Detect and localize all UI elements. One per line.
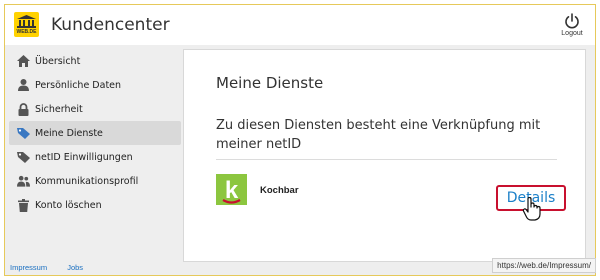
sidebar-item-sicherheit[interactable]: Sicherheit xyxy=(9,97,181,121)
header: WEB.DE Kundencenter Logout xyxy=(5,5,595,45)
trash-icon xyxy=(17,198,30,212)
divider xyxy=(216,159,557,160)
home-icon xyxy=(17,55,30,68)
logo-text: WEB.DE xyxy=(16,29,37,35)
kochbar-logo-letter: k xyxy=(225,177,239,204)
webde-logo[interactable]: WEB.DE xyxy=(14,12,39,37)
tag-icon xyxy=(17,151,30,164)
building-icon xyxy=(17,15,36,28)
footer-link-jobs[interactable]: Jobs xyxy=(67,263,83,272)
sidebar-nav: Übersicht Persönliche Daten Sicherheit M… xyxy=(9,49,181,217)
status-bar-url: https://web.de/Impressum/ xyxy=(492,258,596,273)
person-icon xyxy=(17,79,30,92)
footer-link-impressum[interactable]: Impressum xyxy=(10,263,47,272)
logout-button[interactable]: Logout xyxy=(557,13,587,43)
sidebar-item-kommunikationsprofil[interactable]: Kommunikationsprofil xyxy=(9,169,181,193)
sidebar-item-netid-einwilligungen[interactable]: netID Einwilligungen xyxy=(9,145,181,169)
kochbar-logo: k xyxy=(216,174,247,205)
services-panel: Meine Dienste Zu diesen Diensten besteht… xyxy=(183,49,586,262)
section-description: Zu diesen Diensten besteht eine Verknüpf… xyxy=(216,118,541,152)
app-window: WEB.DE Kundencenter Logout Übersicht Per… xyxy=(4,4,596,276)
sidebar-item-label: Sicherheit xyxy=(35,103,83,115)
hand-cursor-icon xyxy=(522,197,541,221)
sidebar-item-label: Kommunikationsprofil xyxy=(35,175,139,187)
sidebar-item-konto-loeschen[interactable]: Konto löschen xyxy=(9,193,181,217)
sidebar-item-uebersicht[interactable]: Übersicht xyxy=(9,49,181,73)
logout-label: Logout xyxy=(561,30,583,37)
tag-icon xyxy=(17,127,30,140)
sidebar-item-label: Persönliche Daten xyxy=(35,79,122,91)
page-title: Kundencenter xyxy=(51,15,170,35)
sidebar-item-label: Übersicht xyxy=(35,55,81,67)
footer-links: Impressum Jobs xyxy=(10,263,101,272)
people-icon xyxy=(17,175,30,188)
sidebar-item-label: Meine Dienste xyxy=(35,127,103,139)
sidebar-item-label: netID Einwilligungen xyxy=(35,151,133,163)
power-icon xyxy=(565,13,579,29)
service-name: Kochbar xyxy=(260,185,299,196)
lock-icon xyxy=(17,102,30,116)
sidebar-item-meine-dienste[interactable]: Meine Dienste xyxy=(9,121,181,145)
sidebar-item-persoenliche-daten[interactable]: Persönliche Daten xyxy=(9,73,181,97)
sidebar-item-label: Konto löschen xyxy=(35,199,102,211)
section-title: Meine Dienste xyxy=(216,74,324,92)
